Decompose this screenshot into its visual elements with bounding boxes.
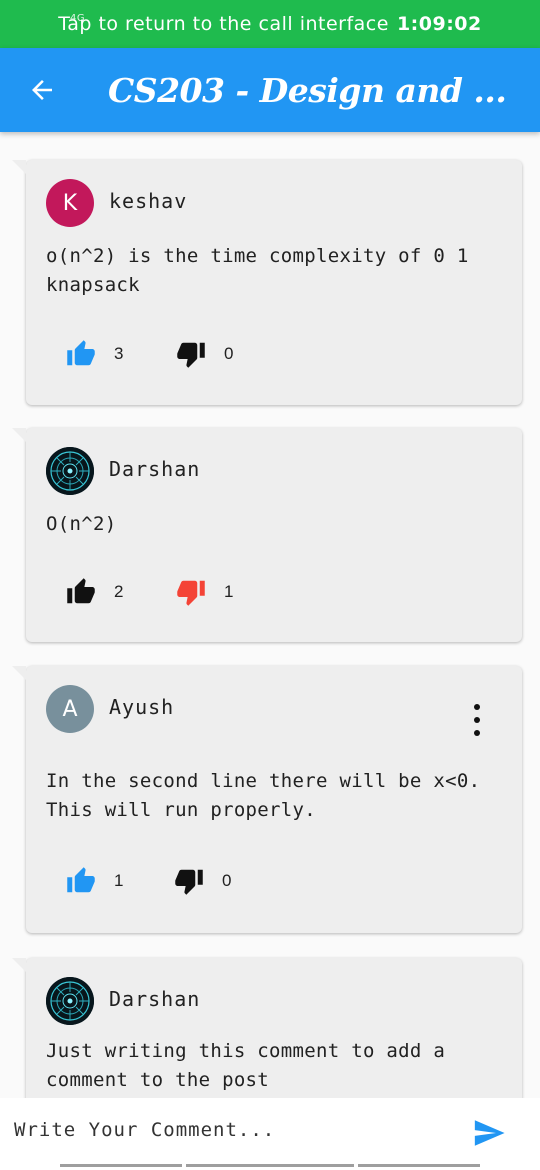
back-button[interactable] (12, 60, 72, 120)
like-button[interactable]: 2 (66, 577, 123, 607)
comment-card: K keshav o(n^2) is the time complexity o… (12, 160, 522, 405)
thumb-down-icon (177, 580, 205, 606)
nav-hint-bar (60, 1164, 182, 1167)
dislike-button[interactable]: 0 (176, 339, 233, 369)
more-vert-icon (474, 730, 480, 736)
comment-input[interactable] (14, 1112, 454, 1148)
circuit-globe-avatar-icon (46, 447, 94, 495)
nav-hint-bar (358, 1164, 480, 1167)
dislike-count: 0 (224, 344, 234, 363)
more-vert-icon (474, 704, 480, 710)
comment-author: Darshan (109, 987, 201, 1011)
comment-card: Darshan O(n^2) 2 1 (12, 428, 522, 642)
avatar[interactable] (46, 447, 94, 495)
comment-card: Darshan Just writing this comment to add… (12, 958, 522, 1098)
more-vert-icon (474, 717, 480, 723)
avatar[interactable]: K (46, 179, 94, 227)
status-time: 1:09:02 (396, 13, 482, 35)
status-bar[interactable]: 4G Tap to return to the call interface 1… (0, 0, 540, 48)
comment-author: keshav (109, 189, 188, 213)
dislike-count: 1 (224, 582, 234, 601)
dislike-button[interactable]: 1 (176, 577, 233, 607)
dislike-button[interactable]: 0 (174, 866, 231, 896)
like-button[interactable]: 1 (66, 866, 123, 896)
comment-text: Just writing this comment to add a comme… (46, 1040, 446, 1091)
thumb-up-icon (67, 867, 95, 893)
thumb-up-icon (67, 578, 95, 604)
like-count: 1 (114, 871, 124, 890)
comment-author: Darshan (109, 457, 201, 481)
signal-indicator: 4G (70, 13, 86, 24)
comment-text: o(n^2) is the time complexity of 0 1 kna… (46, 245, 469, 296)
comment-text: O(n^2) (46, 513, 117, 535)
comment-text: In the second line there will be x<0. Th… (46, 770, 481, 821)
thumb-up-icon (67, 340, 95, 366)
more-options-button[interactable] (472, 704, 482, 736)
comment-input-bar (0, 1098, 540, 1170)
send-icon (474, 1120, 505, 1146)
like-button[interactable]: 3 (66, 339, 123, 369)
page-title: CS203 - Design and ... (108, 70, 507, 110)
arrow-left-icon (32, 80, 52, 100)
circuit-globe-avatar-icon (46, 977, 94, 1025)
app-bar: CS203 - Design and ... (0, 48, 540, 132)
comment-list[interactable]: K keshav o(n^2) is the time complexity o… (0, 132, 540, 1098)
comment-author: Ayush (109, 695, 175, 719)
call-return-message[interactable]: Tap to return to the call interface (58, 13, 389, 35)
thumb-down-icon (177, 342, 205, 368)
thumb-down-icon (175, 869, 203, 895)
nav-hint-bar (186, 1164, 354, 1167)
like-count: 3 (114, 344, 124, 363)
send-button[interactable] (470, 1116, 510, 1152)
avatar[interactable] (46, 977, 94, 1025)
like-count: 2 (114, 582, 124, 601)
comment-card: A Ayush In the second line there will be… (12, 666, 522, 933)
avatar[interactable]: A (46, 685, 94, 733)
dislike-count: 0 (222, 871, 232, 890)
